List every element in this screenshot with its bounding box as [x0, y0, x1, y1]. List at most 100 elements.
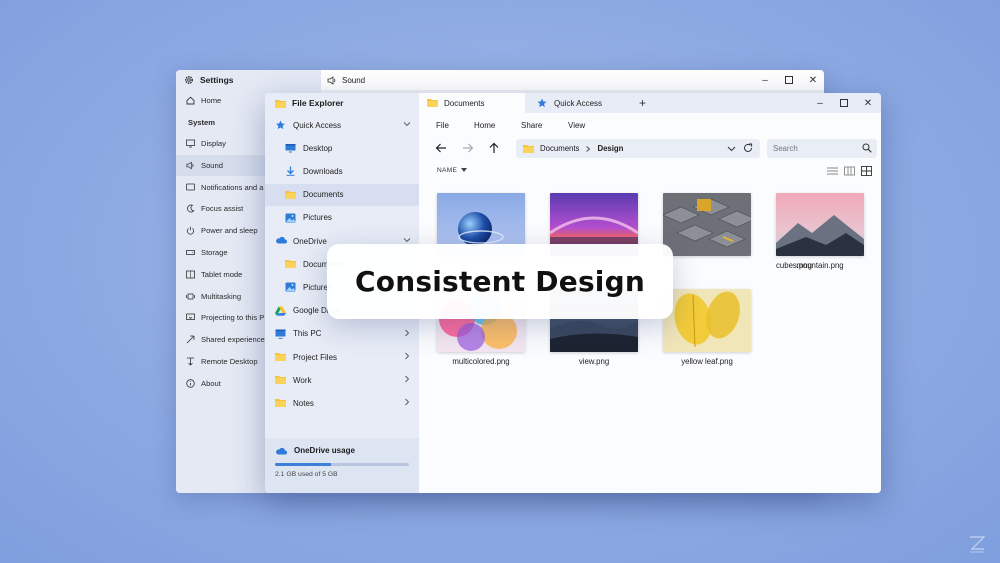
settings-nav-label: Storage: [201, 248, 228, 257]
settings-nav-label: Projecting to this P: [201, 313, 265, 323]
close-button[interactable]: ✕: [808, 75, 818, 86]
list-view-icon[interactable]: [827, 166, 838, 176]
remote-icon: [186, 357, 195, 366]
desktop-icon: [285, 143, 296, 153]
file-name[interactable]: mountain.png: [765, 261, 875, 270]
download-icon: [285, 166, 296, 177]
pictures-icon: [285, 282, 296, 292]
pictures-icon: [285, 213, 296, 223]
chevron-down-icon[interactable]: [403, 120, 411, 128]
nav-item-this-pc[interactable]: This PC: [265, 323, 419, 345]
refresh-icon[interactable]: [743, 143, 753, 153]
nav-item-label: Project Files: [293, 352, 338, 362]
star-icon: [275, 120, 286, 130]
chevron-right-icon[interactable]: [403, 398, 411, 406]
settings-nav-label: Remote Desktop: [201, 357, 258, 366]
settings-nav-label: Focus assist: [201, 204, 244, 214]
tablet-icon: [186, 270, 195, 279]
nav-item-pictures[interactable]: Pictures: [265, 207, 419, 229]
chevron-right-icon[interactable]: [403, 329, 411, 337]
nav-item-label: Quick Access: [293, 120, 342, 130]
minimize-button[interactable]: –: [815, 98, 825, 109]
chevron-right-icon[interactable]: [403, 352, 411, 360]
grid-view-icon[interactable]: [861, 166, 872, 176]
explorer-title: File Explorer: [292, 98, 344, 108]
settings-section-heading: System: [188, 118, 216, 127]
folder-icon: [285, 259, 296, 269]
tab-quick-access[interactable]: Quick Access: [529, 93, 633, 113]
search-input[interactable]: [767, 139, 877, 158]
multitasking-icon: [186, 292, 195, 301]
folder-icon: [285, 190, 296, 200]
file-name[interactable]: view.png: [539, 357, 649, 366]
settings-titlebar: Settings: [176, 70, 321, 90]
folder-icon: [275, 375, 286, 385]
caret-down-icon: [461, 168, 468, 173]
breadcrumb-current[interactable]: Design: [597, 144, 623, 153]
explorer-titlebar: File Explorer: [275, 98, 344, 108]
breadcrumb-root[interactable]: Documents: [540, 144, 579, 153]
close-button[interactable]: ✕: [863, 98, 873, 109]
info-icon: [186, 379, 195, 388]
menu-home[interactable]: Home: [474, 121, 495, 130]
cloud-icon: [275, 447, 287, 455]
nav-item-downloads[interactable]: Downloads: [265, 160, 419, 182]
nav-item-project-files[interactable]: Project Files: [265, 346, 419, 368]
folder-icon: [275, 352, 286, 362]
settings-nav-label: Multitasking: [201, 291, 242, 301]
nav-item-work[interactable]: Work: [265, 369, 419, 391]
nav-item-documents[interactable]: Documents: [265, 183, 419, 206]
forward-arrow-icon[interactable]: [462, 142, 474, 154]
nav-item-label: This PC: [293, 329, 322, 339]
chevron-down-icon[interactable]: [403, 236, 411, 244]
file-thumbnail-yellow-leaf[interactable]: [663, 289, 751, 352]
tab-label: Quick Access: [554, 98, 603, 108]
nav-item-label: Downloads: [303, 166, 343, 176]
gear-icon: [184, 75, 194, 85]
nav-item-label: Notes: [293, 398, 314, 408]
tab-documents[interactable]: Documents: [419, 93, 525, 113]
toolbar: Documents Design: [419, 138, 881, 160]
speaker-icon: [186, 161, 195, 170]
search-icon[interactable]: [862, 143, 872, 153]
nav-item-quick-access[interactable]: Quick Access: [265, 114, 419, 136]
chevron-right-icon[interactable]: [403, 375, 411, 383]
tab-strip: Documents Quick Access + – ✕: [419, 93, 881, 113]
settings-nav-label: Power and sleep: [201, 226, 258, 236]
nav-item-desktop[interactable]: Desktop: [265, 137, 419, 159]
menu-view[interactable]: View: [568, 121, 585, 130]
maximize-button[interactable]: [784, 75, 794, 85]
back-arrow-icon[interactable]: [435, 142, 447, 154]
minimize-button[interactable]: –: [760, 75, 770, 86]
power-icon: [186, 226, 195, 235]
home-icon: [186, 96, 195, 105]
feature-caption-card: Consistent Design: [327, 244, 673, 319]
maximize-button[interactable]: [839, 98, 849, 108]
up-arrow-icon[interactable]: [488, 142, 500, 154]
chevron-down-icon[interactable]: [727, 144, 736, 153]
file-name[interactable]: multicolored.png: [426, 357, 536, 366]
storage-icon: [186, 248, 195, 257]
pc-icon: [275, 329, 286, 339]
address-bar[interactable]: Documents Design: [516, 139, 760, 158]
columns-view-icon[interactable]: [844, 166, 855, 176]
chevron-right-icon: [585, 145, 591, 152]
menu-file[interactable]: File: [436, 121, 449, 130]
menu-share[interactable]: Share: [521, 121, 542, 130]
folder-icon: [275, 398, 286, 408]
notification-icon: [186, 183, 195, 192]
nav-item-label: OneDrive: [293, 236, 327, 246]
new-tab-button[interactable]: +: [639, 96, 646, 110]
file-thumbnail-cubes[interactable]: [663, 193, 751, 256]
nav-item-label: Desktop: [303, 143, 333, 153]
onedrive-usage-panel[interactable]: OneDrive usage 2.1 GB used of 5 GB: [265, 438, 419, 493]
settings-nav-label: Notifications and a: [201, 182, 264, 192]
folder-icon: [427, 98, 438, 108]
sort-by-name-button[interactable]: NAME: [437, 167, 468, 174]
file-thumbnail-mountain[interactable]: [776, 193, 864, 256]
usage-progress-fill: [275, 463, 332, 466]
settings-nav-label: About: [201, 378, 221, 388]
nav-item-notes[interactable]: Notes: [265, 392, 419, 414]
file-name[interactable]: yellow leaf.png: [652, 357, 762, 366]
nav-item-label: Pictures: [303, 213, 332, 223]
